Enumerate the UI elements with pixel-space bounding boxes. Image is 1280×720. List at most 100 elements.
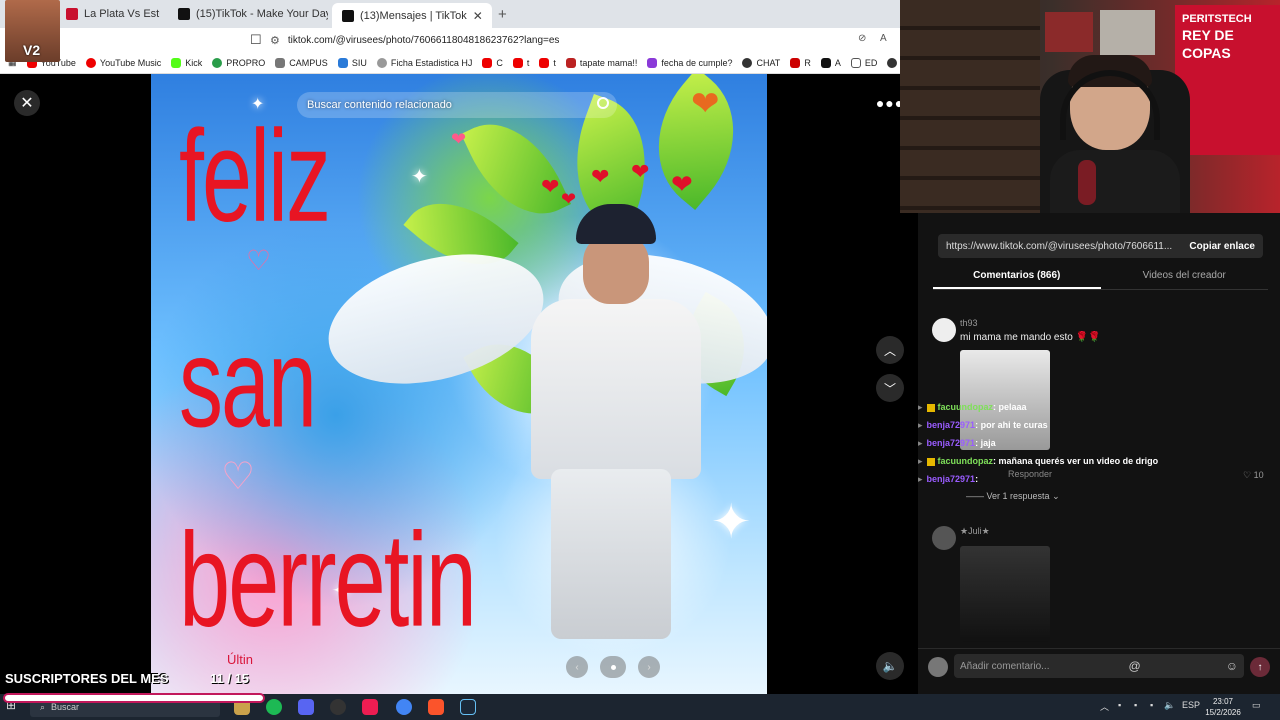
send-comment-button[interactable]: ↑ bbox=[1250, 657, 1270, 677]
search-placeholder: Buscar contenido relacionado bbox=[307, 99, 452, 111]
copy-link-button[interactable]: Copiar enlace bbox=[1181, 241, 1263, 252]
bookmark-kick[interactable]: Kick bbox=[171, 57, 202, 68]
network-icon[interactable]: ▪ bbox=[1134, 700, 1137, 710]
prev-image-button[interactable]: ‹ bbox=[566, 656, 588, 678]
bookmark-campus[interactable]: CAMPUS bbox=[275, 57, 328, 68]
bookmark-a[interactable]: A bbox=[820, 57, 841, 68]
chat-icon bbox=[742, 57, 753, 68]
wifi-icon[interactable]: ▪ bbox=[1150, 700, 1153, 710]
avatar[interactable] bbox=[932, 526, 956, 550]
bookmark-tapate[interactable]: tapate mama!! bbox=[565, 57, 637, 68]
obs-icon[interactable] bbox=[330, 699, 346, 715]
bookmark-youtube-music[interactable]: YouTube Music bbox=[85, 57, 161, 68]
spotify-icon[interactable] bbox=[266, 699, 282, 715]
propro-icon bbox=[212, 57, 223, 68]
view-replies-button[interactable]: —— Ver 1 respuesta ⌄ bbox=[966, 491, 1060, 502]
sub-badge-icon bbox=[926, 457, 935, 466]
volume-icon[interactable]: 🔈 bbox=[1164, 700, 1175, 711]
next-image-button[interactable]: › bbox=[638, 656, 660, 678]
bookmark-ed[interactable]: ED bbox=[850, 57, 877, 68]
site-info-icon[interactable]: ⚙ bbox=[270, 34, 280, 47]
bookmark-ficha[interactable]: Ficha Estadistica HJ bbox=[376, 57, 473, 68]
discord-icon[interactable] bbox=[298, 699, 314, 715]
comment-username[interactable]: th93 bbox=[960, 318, 978, 328]
tab-comments[interactable]: Comentarios (866) bbox=[933, 264, 1101, 289]
chrome-icon[interactable] bbox=[396, 699, 412, 715]
avatar[interactable] bbox=[932, 318, 956, 342]
photo-text-line-1: feliz bbox=[179, 104, 331, 250]
x-icon bbox=[820, 57, 831, 68]
figure-cap bbox=[576, 204, 656, 244]
microphone bbox=[1078, 160, 1096, 205]
comment-image[interactable] bbox=[960, 546, 1050, 642]
tab-la-plata[interactable]: La Plata Vs Estudiantes de bbox=[56, 3, 160, 25]
chat-username: benja72971 bbox=[926, 438, 976, 448]
tapate-icon bbox=[565, 57, 576, 68]
steam-icon[interactable] bbox=[460, 699, 476, 715]
chat-arrow-icon: ▸ bbox=[918, 402, 923, 412]
chat-text: : bbox=[975, 474, 979, 484]
chat-username: facuundopaz bbox=[937, 456, 994, 466]
tab-tiktok-messages[interactable]: (13)Mensajes | TikTok ✕ bbox=[332, 3, 492, 28]
heart-icon: ❤ bbox=[561, 189, 577, 209]
translate-icon[interactable]: A bbox=[880, 33, 887, 44]
stream-chat-overlay: ▸ facuundopaz: pelaaa ▸ benja72971: por ah… bbox=[918, 398, 1280, 488]
photo-image[interactable]: ❤ ❤ ❤ ❤ ❤ ❤ ♡ ♡ ❤ ✦ ✦ ✦ ✦ feliz san berr… bbox=[151, 74, 767, 694]
bookmark-chat[interactable]: CHAT bbox=[742, 57, 780, 68]
wall-poster bbox=[1045, 12, 1093, 52]
brave-icon[interactable] bbox=[428, 699, 444, 715]
bookmark-siu[interactable]: SIU bbox=[337, 57, 367, 68]
bookmark-label: Ficha Estadistica HJ bbox=[390, 57, 473, 68]
notifications-icon[interactable]: ▭ bbox=[1252, 700, 1261, 711]
chat-text: : pelaaa bbox=[993, 402, 1027, 412]
chat-arrow-icon: ▸ bbox=[918, 456, 923, 466]
previous-post-button[interactable]: ︿ bbox=[876, 336, 904, 364]
wall-poster bbox=[1100, 10, 1155, 55]
hide-icon[interactable]: ⊘ bbox=[858, 33, 866, 44]
next-post-button[interactable]: ﹀ bbox=[876, 374, 904, 402]
new-tab-icon[interactable]: + bbox=[498, 6, 507, 23]
youtube-icon bbox=[539, 57, 550, 68]
bookmark-propro[interactable]: PROPRO bbox=[212, 57, 266, 68]
comment-input[interactable]: Añadir comentario... @ ☺ bbox=[954, 654, 1244, 678]
sub-badge-icon bbox=[926, 403, 935, 412]
bookmark-label: PROPRO bbox=[226, 57, 266, 68]
close-viewer-button[interactable]: ✕ bbox=[14, 90, 40, 116]
chat-username: benja72971 bbox=[926, 474, 976, 484]
related-search-input[interactable]: Buscar contenido relacionado bbox=[297, 92, 617, 118]
tab-tiktok-feed[interactable]: (15)TikTok - Make Your Day bbox=[168, 3, 328, 25]
url-field[interactable]: ⚙ tiktok.com/@virusees/photo/76066118048… bbox=[270, 30, 880, 50]
share-link-row: https://www.tiktok.com/@virusees/photo/7… bbox=[938, 234, 1263, 258]
screen: La Plata Vs Estudiantes de (15)TikTok - … bbox=[0, 0, 1280, 720]
figure-pants bbox=[551, 469, 671, 639]
bookmark-r[interactable]: R bbox=[790, 57, 811, 68]
tiktok-app-icon[interactable] bbox=[362, 699, 378, 715]
photo-text-line-3: berretin bbox=[179, 506, 477, 655]
comment-username[interactable]: ★Juli★ bbox=[960, 526, 990, 537]
taskbar-clock[interactable]: 23:07 15/2/2026 bbox=[1200, 696, 1246, 718]
tiktok-icon bbox=[178, 8, 190, 20]
tab-creator-videos[interactable]: Videos del creador bbox=[1101, 264, 1269, 289]
bookmark-br[interactable]: BR bbox=[887, 57, 900, 68]
bookmark-c[interactable]: C bbox=[482, 57, 503, 68]
language-indicator[interactable]: ESP bbox=[1182, 700, 1200, 710]
bookmark-icon[interactable]: ☐ bbox=[250, 32, 262, 48]
bookmark-label: C bbox=[496, 57, 503, 68]
search-icon[interactable] bbox=[597, 97, 609, 109]
heart-icon: ❤ bbox=[671, 169, 693, 199]
figure-jacket bbox=[531, 299, 701, 479]
tray-arrow-icon[interactable]: ︿ bbox=[1100, 700, 1109, 713]
bookmark-t2[interactable]: t bbox=[539, 57, 556, 68]
share-link-text: https://www.tiktok.com/@virusees/photo/7… bbox=[946, 240, 1173, 252]
subs-overlay: Últin SUSCRIPTORES DEL MES 11 / 15 bbox=[0, 652, 270, 694]
volume-button[interactable]: 🔈 bbox=[876, 652, 904, 680]
mention-icon[interactable]: @ bbox=[1129, 659, 1141, 673]
close-tab-icon[interactable]: ✕ bbox=[473, 9, 483, 23]
emoji-icon[interactable]: ☺ bbox=[1226, 659, 1238, 673]
bookmark-fecha[interactable]: fecha de cumple? bbox=[647, 57, 732, 68]
nvidia-icon[interactable]: ▪ bbox=[1118, 700, 1121, 710]
bookmark-t1[interactable]: t bbox=[512, 57, 529, 68]
image-pager: ‹ › bbox=[566, 656, 660, 678]
chat-message: ▸ benja72971: jaja bbox=[918, 434, 1280, 452]
youtube-icon bbox=[512, 57, 523, 68]
